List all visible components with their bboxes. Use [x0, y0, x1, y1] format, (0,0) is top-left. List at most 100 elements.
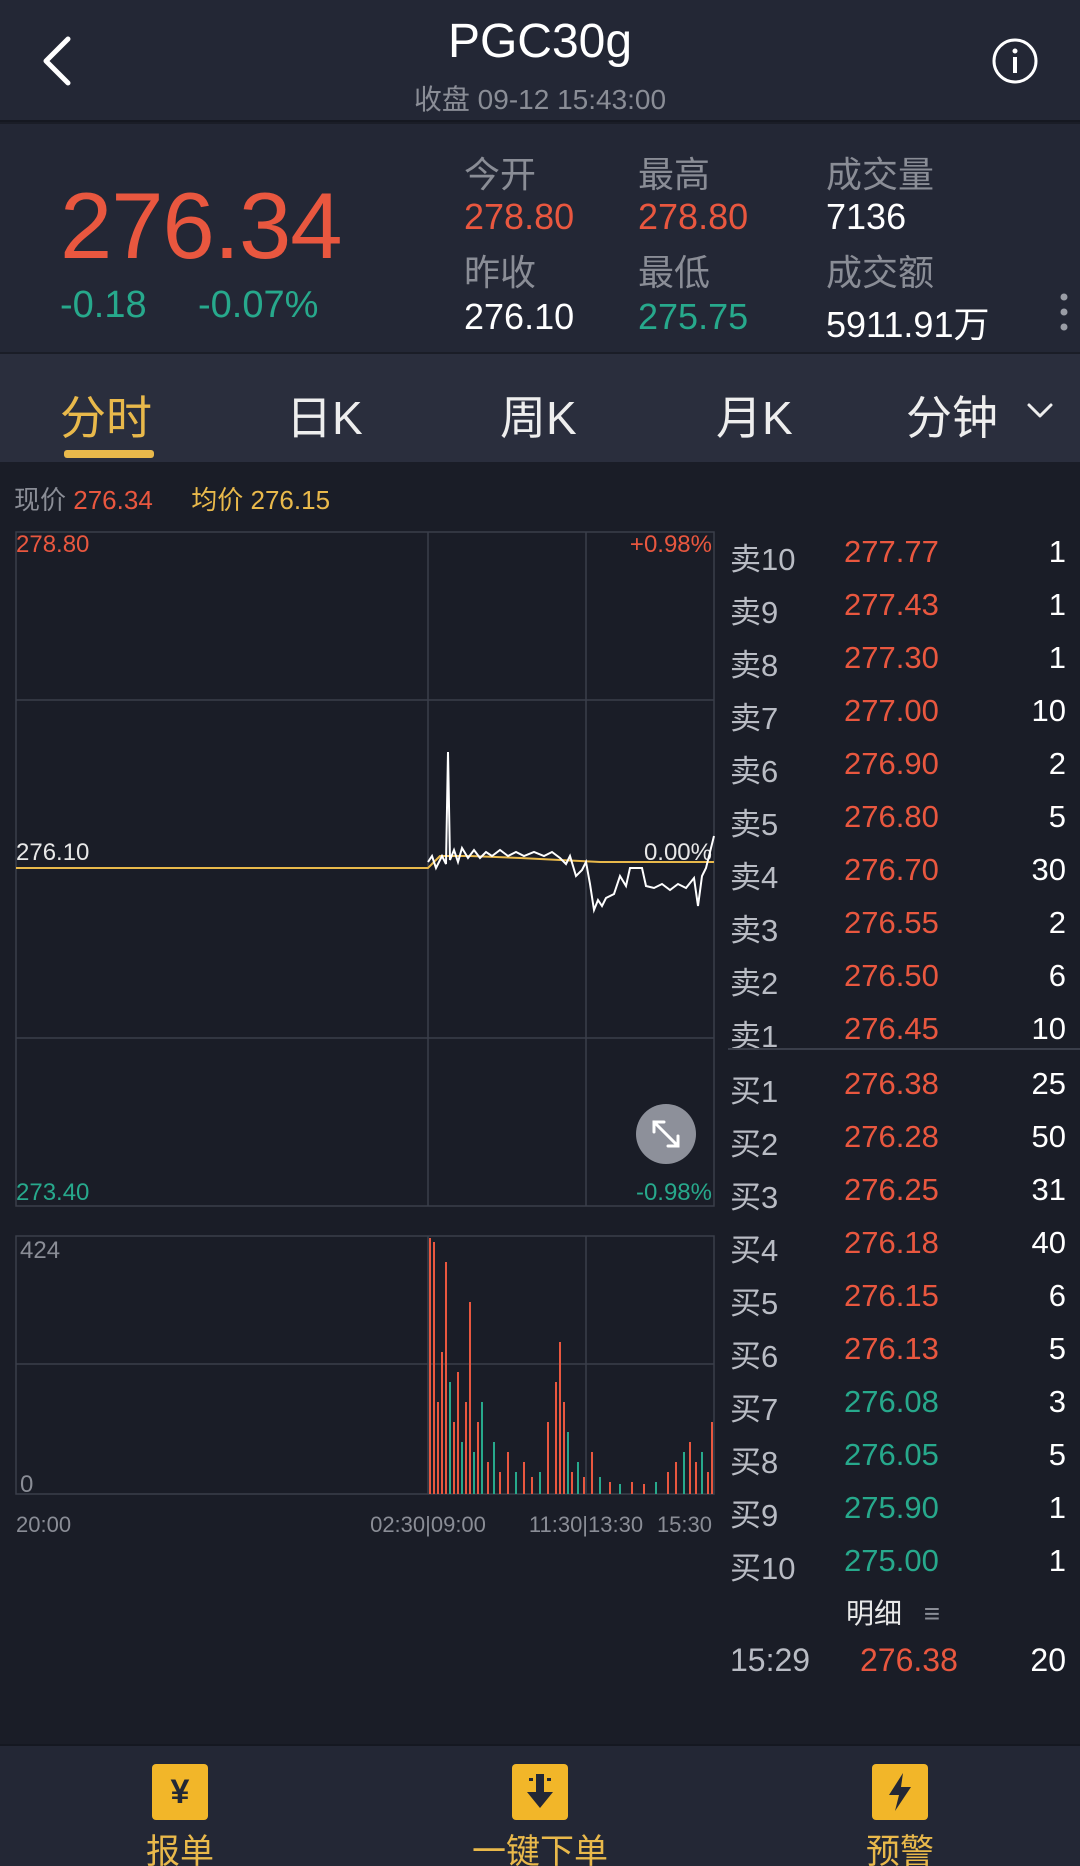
bid-row: 买1 276.38 25: [728, 1058, 1068, 1110]
ask-label: 卖10: [730, 542, 796, 577]
bid-price: 276.08: [844, 1384, 939, 1419]
tab-active-indicator: [64, 450, 154, 458]
bid-label: 买9: [730, 1498, 779, 1533]
low-value: 275.75: [638, 296, 749, 337]
bid-label: 买3: [730, 1180, 779, 1215]
ask-row: 卖5 276.80 5: [728, 791, 1068, 843]
x-axis-label-3: 11:30|13:30: [529, 1512, 643, 1537]
ask-price: 277.77: [844, 534, 939, 569]
ask-qty: 2: [1048, 746, 1066, 781]
price-axis-bottom: 273.40: [16, 1179, 89, 1206]
lightning-icon: [872, 1764, 928, 1820]
price-change-pct: -0.07%: [198, 284, 319, 326]
page-subtitle: 收盘 09-12 15:43:00: [413, 84, 667, 115]
price-line: [427, 751, 715, 914]
ask-price: 276.80: [844, 799, 939, 834]
pct-axis-bottom: -0.98%: [636, 1179, 712, 1206]
ask-row: 卖10 277.77 1: [728, 526, 1068, 578]
last-trade-time: 15:29: [730, 1642, 811, 1678]
order-label: 报单: [146, 1833, 214, 1866]
bid-label: 买2: [730, 1127, 779, 1162]
bid-price: 276.15: [844, 1278, 939, 1313]
order-button[interactable]: ¥ 报单: [80, 1764, 280, 1866]
period-tabs: 分时 日K 周K 月K 分钟: [0, 354, 1080, 462]
ask-label: 卖2: [730, 966, 779, 1001]
bid-qty: 1: [1048, 1543, 1066, 1578]
quick-order-button[interactable]: 一键下单: [440, 1764, 640, 1866]
tab-intraday[interactable]: 分时: [60, 382, 152, 448]
low-label: 最低: [638, 252, 711, 293]
tab-weekly-k[interactable]: 周K: [500, 382, 577, 448]
amount-value: 5911.91万: [826, 304, 990, 345]
volume-value: 7136: [826, 196, 907, 237]
price-axis-mid: 276.10: [16, 839, 89, 866]
ask-label: 卖5: [730, 807, 779, 842]
ask-qty: 10: [1031, 693, 1066, 728]
ask-price: 277.43: [844, 587, 939, 622]
bid-row: 买8 276.05 5: [728, 1429, 1068, 1481]
last-trade-row: 15:29 276.38 20: [728, 1642, 1068, 1686]
ask-row: 卖4 276.70 30: [728, 844, 1068, 896]
chart-legend: 现价 276.34 均价 276.15: [14, 480, 330, 517]
prev-close-label: 昨收: [464, 252, 537, 293]
bid-qty: 5: [1048, 1437, 1066, 1472]
ask-label: 卖9: [730, 595, 779, 630]
bid-price: 276.05: [844, 1437, 939, 1472]
chevron-down-icon[interactable]: [1026, 402, 1054, 420]
bid-price: 275.90: [844, 1490, 939, 1525]
volume-panel-frame: [15, 1235, 715, 1495]
volume-axis-bottom: 0: [20, 1471, 33, 1498]
intraday-chart[interactable]: 278.80 +0.98% 276.10 0.00% 273.40 -0.98%…: [0, 522, 720, 1662]
ask-qty: 10: [1031, 1011, 1066, 1046]
x-axis-label-4: 15:30: [657, 1512, 712, 1537]
bid-qty: 40: [1031, 1225, 1066, 1260]
tab-monthly-k[interactable]: 月K: [716, 382, 793, 448]
bid-qty: 31: [1031, 1172, 1066, 1207]
ask-row: 卖2 276.50 6: [728, 950, 1068, 1002]
volume-axis-top: 424: [20, 1237, 60, 1264]
amount-label: 成交额: [826, 252, 935, 293]
bid-qty: 6: [1048, 1278, 1066, 1313]
bid-row: 买4 276.18 40: [728, 1217, 1068, 1269]
alert-label: 预警: [866, 1833, 934, 1866]
info-button[interactable]: [990, 36, 1040, 86]
bid-row: 买10 275.00 1: [728, 1535, 1068, 1587]
bid-label: 买1: [730, 1074, 779, 1109]
alert-button[interactable]: 预警: [800, 1764, 1000, 1866]
ask-label: 卖7: [730, 701, 779, 736]
info-icon: [992, 38, 1038, 84]
tab-minute[interactable]: 分钟: [906, 382, 998, 448]
ask-qty: 5: [1048, 799, 1066, 834]
ask-price: 276.55: [844, 905, 939, 940]
trade-detail-label: 明细: [846, 1598, 903, 1629]
tab-daily-k[interactable]: 日K: [286, 382, 363, 448]
ask-label: 卖8: [730, 648, 779, 683]
prev-close-value: 276.10: [464, 296, 575, 337]
ask-qty: 30: [1031, 852, 1066, 887]
bid-label: 买5: [730, 1286, 779, 1321]
top-bar: PGC30g 收盘 09-12 15:43:00: [0, 0, 1080, 122]
bid-label: 买4: [730, 1233, 779, 1268]
ask-label: 卖4: [730, 860, 779, 895]
quick-order-label: 一键下单: [472, 1833, 608, 1866]
more-icon[interactable]: [1058, 292, 1070, 332]
expand-chart-button[interactable]: [636, 1104, 696, 1164]
open-value: 278.80: [464, 196, 575, 237]
bid-price: 276.28: [844, 1119, 939, 1154]
yen-icon: ¥: [152, 1764, 208, 1820]
ask-qty: 1: [1048, 640, 1066, 675]
bid-price: 276.13: [844, 1331, 939, 1366]
ask-qty: 6: [1048, 958, 1066, 993]
bid-row: 买3 276.25 31: [728, 1164, 1068, 1216]
ask-qty: 2: [1048, 905, 1066, 940]
trade-detail-button[interactable]: 明细 ≡: [846, 1592, 940, 1632]
ask-qty: 1: [1048, 587, 1066, 622]
now-price-label: 现价: [14, 485, 67, 515]
bid-qty: 3: [1048, 1384, 1066, 1419]
ask-price: 276.90: [844, 746, 939, 781]
ask-row: 卖7 277.00 10: [728, 685, 1068, 737]
last-trade-qty: 20: [1030, 1642, 1066, 1678]
x-axis-label-2: 02:30|09:00: [370, 1512, 486, 1537]
current-price: 276.34: [60, 173, 343, 278]
tab-minute-label: 分钟: [906, 392, 998, 444]
